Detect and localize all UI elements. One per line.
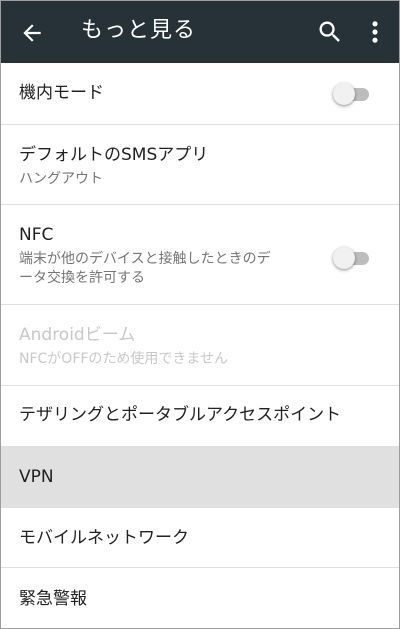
search-icon[interactable] <box>316 18 344 46</box>
airplane-mode-label: 機内モード <box>19 83 104 103</box>
list-item-android-beam: Androidビーム NFCがOFFのため使用できません <box>1 305 399 386</box>
nfc-description-line-1: 端末が他のデバイスと接触したときのデ <box>19 251 271 267</box>
list-item-tethering[interactable]: テザリングとポータブルアクセスポイント <box>1 386 399 447</box>
airplane-mode-toggle[interactable] <box>333 83 371 105</box>
android-beam-status: NFCがOFFのため使用できません <box>19 351 229 367</box>
default-sms-app-value: ハングアウト <box>19 171 103 187</box>
page-title: もっと見る <box>81 18 197 43</box>
settings-screen: もっと見る 機内モード デフォルトのSMSアプリ ハングアウト NFC 端末が他… <box>0 0 400 629</box>
emergency-alerts-label: 緊急警報 <box>19 589 87 609</box>
android-beam-label: Androidビーム <box>19 325 136 345</box>
list-item-default-sms-app[interactable]: デフォルトのSMSアプリ ハングアウト <box>1 125 399 205</box>
list-item-airplane-mode[interactable]: 機内モード <box>1 63 399 125</box>
list-item-nfc[interactable]: NFC 端末が他のデバイスと接触したときのデ ータ交換を許可する <box>1 205 399 305</box>
app-bar: もっと見る <box>1 1 399 63</box>
back-arrow-icon[interactable] <box>19 20 45 46</box>
nfc-description-line-2: ータ交換を許可する <box>19 270 145 286</box>
list-item-vpn[interactable]: VPN <box>1 447 399 508</box>
nfc-label: NFC <box>19 225 54 245</box>
mobile-network-label: モバイルネットワーク <box>19 528 189 548</box>
tethering-label: テザリングとポータブルアクセスポイント <box>19 405 342 425</box>
settings-list: 機内モード デフォルトのSMSアプリ ハングアウト NFC 端末が他のデバイスと… <box>1 63 399 628</box>
more-vert-icon[interactable] <box>367 18 383 46</box>
list-item-emergency-alerts[interactable]: 緊急警報 <box>1 568 399 628</box>
vpn-label: VPN <box>19 467 54 487</box>
default-sms-app-label: デフォルトのSMSアプリ <box>19 145 209 165</box>
list-item-mobile-network[interactable]: モバイルネットワーク <box>1 508 399 568</box>
nfc-toggle[interactable] <box>333 247 371 269</box>
